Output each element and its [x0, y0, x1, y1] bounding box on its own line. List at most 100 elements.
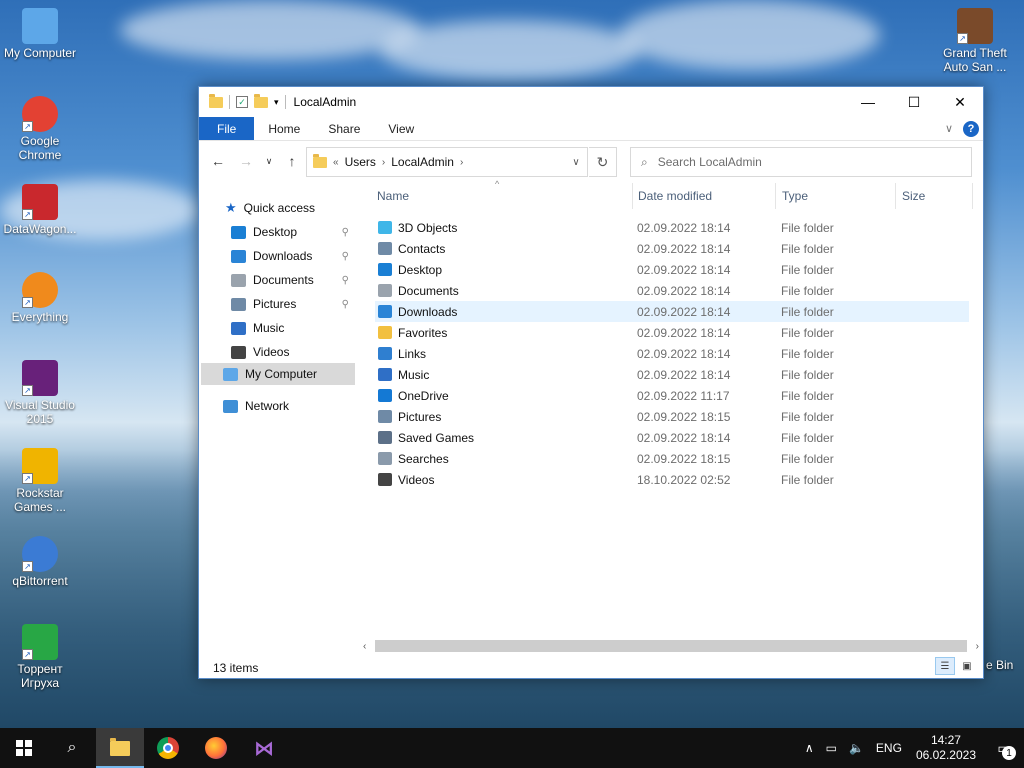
taskbar-firefox[interactable] — [192, 728, 240, 768]
taskbar-visual-studio[interactable]: ⋈ — [240, 728, 288, 768]
table-row[interactable]: 3D Objects 02.09.2022 18:14 File folder — [375, 217, 969, 238]
scrollbar-thumb[interactable] — [375, 640, 967, 652]
nav-my-computer[interactable]: My Computer — [223, 363, 317, 385]
column-header-date[interactable]: Date modified — [638, 189, 712, 203]
desktop-shortcut[interactable]: ↗ Everything — [0, 272, 80, 324]
recycle-bin-label[interactable]: e Bin — [986, 658, 1013, 672]
address-bar[interactable]: « Users › LocalAdmin › ∨ — [306, 147, 588, 177]
onedrive-icon — [378, 389, 392, 402]
table-row[interactable]: Pictures 02.09.2022 18:15 File folder — [375, 406, 969, 427]
network-icon[interactable]: ▭ — [820, 741, 843, 755]
volume-icon[interactable]: 🔈 — [843, 741, 870, 755]
table-row[interactable]: Desktop 02.09.2022 18:14 File folder — [375, 259, 969, 280]
taskbar-chrome[interactable] — [144, 728, 192, 768]
show-hidden-icons[interactable]: ∧ — [799, 741, 820, 755]
desktop-shortcut[interactable]: ↗ qBittorrent — [0, 536, 80, 588]
file-name: Downloads — [398, 304, 458, 319]
file-name: Searches — [398, 451, 449, 466]
windows-logo-icon — [16, 740, 32, 756]
breadcrumb-overflow[interactable]: « — [333, 157, 339, 168]
breadcrumb-users[interactable]: Users — [345, 155, 376, 169]
maximize-button[interactable]: ☐ — [891, 87, 937, 117]
table-row[interactable]: Documents 02.09.2022 18:14 File folder — [375, 280, 969, 301]
chevron-right-icon[interactable]: › — [382, 157, 385, 168]
minimize-button[interactable]: — — [845, 87, 891, 117]
star-icon: ★ — [225, 200, 237, 215]
pictures-icon — [378, 410, 392, 423]
back-button[interactable]: ← — [207, 150, 229, 172]
nav-network[interactable]: Network — [223, 395, 289, 417]
window-title: LocalAdmin — [293, 95, 357, 109]
table-row[interactable]: Downloads 02.09.2022 18:14 File folder — [375, 301, 969, 322]
desktop-shortcut[interactable]: ↗ Google Chrome — [0, 96, 80, 162]
table-row[interactable]: Favorites 02.09.2022 18:14 File folder — [375, 322, 969, 343]
file-date: 02.09.2022 18:15 — [637, 409, 731, 424]
details-view-icon[interactable]: ☰ — [935, 657, 955, 675]
nav-quick-item[interactable]: Documents ⚲ — [231, 269, 349, 291]
clock[interactable]: 14:27 06.02.2023 — [908, 733, 984, 763]
qbittorrent-icon: ↗ — [22, 536, 58, 572]
table-row[interactable]: Music 02.09.2022 18:14 File folder — [375, 364, 969, 385]
nav-label: Network — [245, 399, 290, 413]
column-header-type[interactable]: Type — [782, 189, 808, 203]
start-button[interactable] — [0, 728, 48, 768]
nav-quick-item[interactable]: Pictures ⚲ — [231, 293, 349, 315]
search-taskbar-button[interactable]: ⌕ — [48, 728, 96, 768]
large-icons-view-icon[interactable]: ▣ — [957, 657, 977, 675]
desktop-shortcut[interactable]: ↗ DataWagon... — [0, 184, 80, 236]
nav-label: Downloads — [253, 249, 313, 263]
customize-toolbar-icon[interactable]: ▾ — [274, 97, 279, 108]
tab-view[interactable]: View — [374, 117, 428, 140]
nav-quick-item[interactable]: Music — [231, 317, 349, 339]
file-type: File folder — [781, 388, 834, 403]
scroll-right-icon[interactable]: › — [976, 641, 979, 652]
quick-access-toolbar: ✓ ▾ — [209, 93, 286, 109]
search-icon: ⌕ — [641, 154, 648, 169]
search-box[interactable]: ⌕ Search LocalAdmin — [630, 147, 972, 177]
taskbar: ⌕ ⋈ ∧ ▭ 🔈 ENG 14:27 06.02.2023 ▭ 1 — [0, 728, 1024, 768]
breadcrumb-localadmin[interactable]: LocalAdmin — [391, 155, 454, 169]
view-switcher: ☰ ▣ — [935, 657, 977, 675]
up-button[interactable]: ↑ — [281, 150, 303, 172]
desktop-shortcut[interactable]: ↗ Торрент Игруха — [0, 624, 80, 690]
table-row[interactable]: Saved Games 02.09.2022 18:14 File folder — [375, 427, 969, 448]
column-header-size[interactable]: Size — [902, 189, 925, 203]
tab-home[interactable]: Home — [254, 117, 314, 140]
table-row[interactable]: Searches 02.09.2022 18:15 File folder — [375, 448, 969, 469]
table-row[interactable]: Contacts 02.09.2022 18:14 File folder — [375, 238, 969, 259]
nav-quick-item[interactable]: Downloads ⚲ — [231, 245, 349, 267]
tab-share[interactable]: Share — [314, 117, 374, 140]
nav-label: Music — [253, 321, 285, 335]
language-indicator[interactable]: ENG — [870, 741, 908, 755]
desktop-shortcut[interactable]: ↗ Visual Studio 2015 — [0, 360, 80, 426]
chevron-right-icon[interactable]: › — [460, 157, 463, 168]
desktop-icon-gta[interactable]: ↗ Grand Theft Auto San ... — [935, 8, 1015, 74]
scroll-left-icon[interactable]: ‹ — [363, 641, 366, 652]
clock-date: 06.02.2023 — [915, 748, 976, 762]
table-row[interactable]: OneDrive 02.09.2022 11:17 File folder — [375, 385, 969, 406]
forward-button[interactable]: → — [235, 150, 257, 172]
torrent-igruha-icon: ↗ — [22, 624, 58, 660]
horizontal-scrollbar[interactable]: ‹ › — [359, 637, 983, 655]
table-row[interactable]: Links 02.09.2022 18:14 File folder — [375, 343, 969, 364]
new-folder-icon[interactable] — [254, 93, 268, 108]
tab-file[interactable]: File — [199, 117, 255, 140]
close-button[interactable]: ✕ — [937, 87, 983, 117]
notification-center-button[interactable]: ▭ 1 — [984, 728, 1024, 768]
recent-locations-button[interactable]: ∨ — [263, 150, 275, 172]
address-dropdown-icon[interactable]: ∨ — [565, 157, 587, 168]
nav-quick-item[interactable]: Desktop ⚲ — [231, 221, 349, 243]
taskbar-file-explorer[interactable] — [96, 728, 144, 768]
desktop-shortcut[interactable]: My Computer — [0, 8, 80, 60]
properties-icon[interactable]: ✓ — [236, 96, 248, 108]
nav-quick-item[interactable]: Videos — [231, 341, 349, 363]
expand-ribbon-icon[interactable]: ∨ — [945, 122, 953, 135]
nav-quick-access[interactable]: ★ Quick access — [225, 197, 315, 219]
file-date: 02.09.2022 11:17 — [637, 388, 730, 403]
column-header-name[interactable]: Name — [377, 189, 409, 203]
desktop-shortcut[interactable]: ↗ Rockstar Games ... — [0, 448, 80, 514]
help-icon[interactable]: ? — [963, 120, 979, 137]
table-row[interactable]: Videos 18.10.2022 02:52 File folder — [375, 469, 969, 490]
search-input[interactable]: Search LocalAdmin — [658, 155, 762, 169]
refresh-button[interactable]: ↻ — [589, 147, 617, 177]
